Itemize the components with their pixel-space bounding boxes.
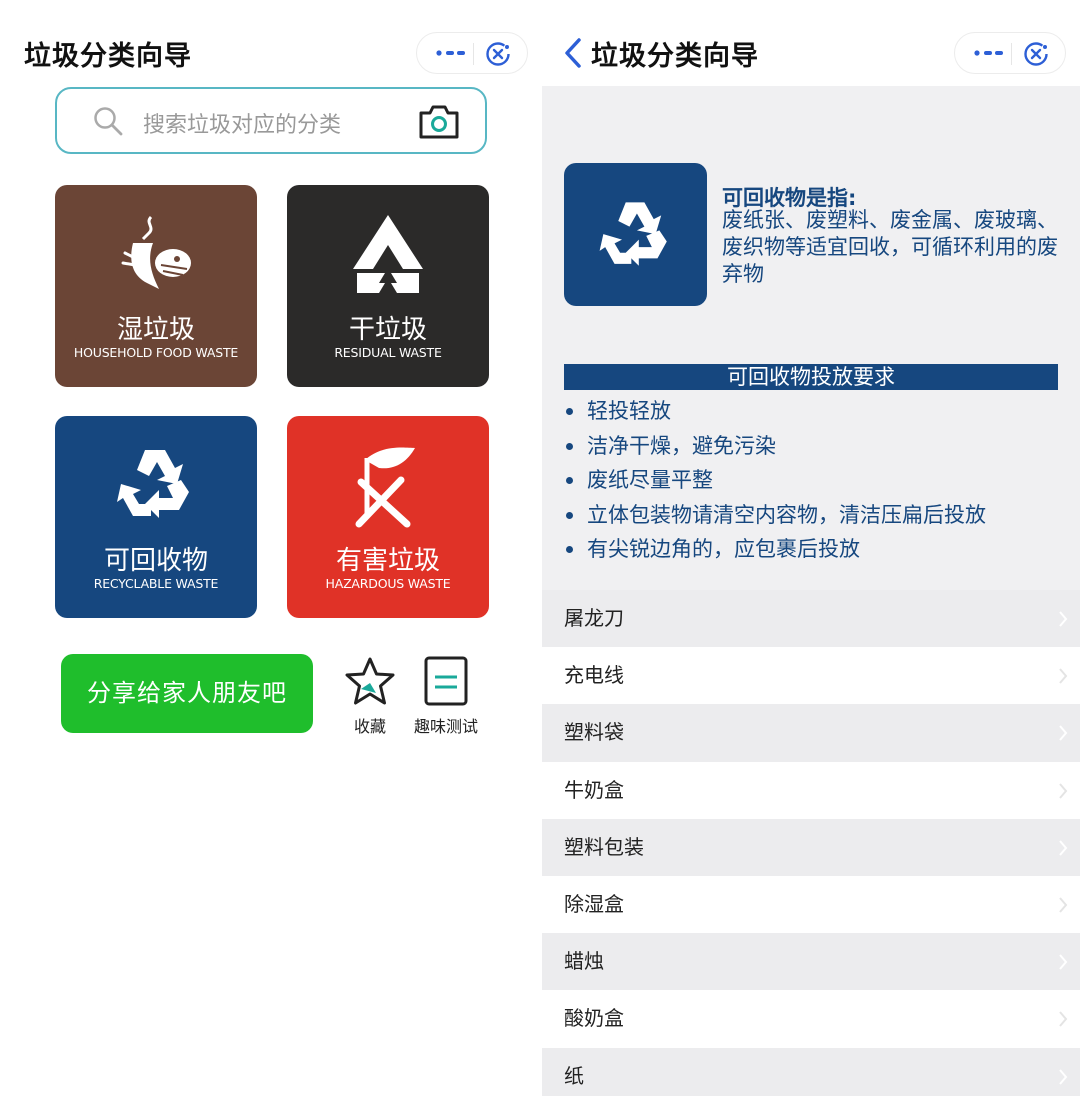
favorite-label: 收藏	[353, 717, 386, 736]
tile-label-en: HAZARDOUS WASTE	[325, 576, 451, 591]
chevron-right-icon	[1059, 782, 1068, 799]
list-item[interactable]: 屠龙刀	[542, 590, 1080, 648]
chevron-left-icon[interactable]	[562, 36, 584, 70]
star-icon	[345, 657, 395, 705]
chevron-right-icon	[1059, 611, 1068, 627]
requirement-item: 洁净干燥，避免污染	[564, 429, 986, 464]
home-screen: 垃圾分类向导 搜索垃圾对应的分类 湿垃圾 HOUSEHOLD FOOD WAST…	[0, 0, 540, 1096]
capsule-divider	[473, 43, 474, 65]
list-item[interactable]: 蜡烛	[542, 933, 1080, 991]
list-item-label: 除湿盒	[564, 891, 624, 916]
miniprogram-capsule	[954, 32, 1066, 74]
quiz-label: 趣味测试	[413, 717, 478, 736]
requirement-item: 废纸尽量平整	[564, 463, 986, 498]
requirements-header: 可回收物投放要求	[564, 364, 1058, 390]
list-item[interactable]: 酸奶盒	[542, 990, 1080, 1047]
list-item[interactable]: 塑料袋	[542, 704, 1080, 762]
chevron-right-icon	[1059, 897, 1068, 913]
list-item[interactable]: 牛奶盒	[542, 762, 1080, 819]
list-item[interactable]: 除湿盒	[542, 876, 1080, 933]
food-waste-icon	[121, 215, 191, 289]
tile-label-en: RESIDUAL WASTE	[334, 345, 442, 360]
list-item[interactable]: 塑料包装	[542, 818, 1080, 876]
tile-recyclable-waste[interactable]: 可回收物 RECYCLABLE WASTE	[55, 416, 257, 618]
residual-waste-icon	[353, 215, 423, 293]
recycle-icon	[117, 450, 189, 518]
page-title: 垃圾分类向导	[591, 41, 759, 72]
recyclable-badge	[564, 163, 707, 306]
requirement-item: 立体包装物请清空内容物，清洁压扁后投放	[564, 498, 986, 533]
requirement-item: 轻投轻放	[564, 394, 986, 429]
close-miniprogram-icon[interactable]	[485, 41, 511, 67]
tile-label-en: RECYCLABLE WASTE	[93, 576, 219, 591]
list-item-label: 酸奶盒	[564, 1006, 624, 1031]
close-miniprogram-icon[interactable]	[1023, 41, 1049, 67]
list-item[interactable]: 纸	[542, 1047, 1080, 1096]
tile-label-cn: 干垃圾	[348, 315, 427, 345]
more-dots-icon[interactable]	[435, 45, 465, 61]
miniprogram-capsule	[416, 32, 528, 74]
definition-body: 废纸张、废塑料、废金属、废玻璃、废织物等适宜回收，可循环利用的废弃物	[722, 208, 1058, 286]
tile-label-cn: 可回收物	[103, 546, 208, 576]
requirement-item: 有尖锐边角的，应包裹后投放	[564, 532, 986, 567]
tile-label-cn: 有害垃圾	[335, 546, 440, 576]
chevron-right-icon	[1059, 954, 1068, 970]
tile-label-cn: 湿垃圾	[116, 315, 195, 345]
share-button[interactable]: 分享给家人朋友吧	[61, 654, 313, 733]
list-item-label: 塑料包装	[564, 834, 644, 859]
tile-label-en: HOUSEHOLD FOOD WASTE	[73, 345, 239, 360]
page-title: 垃圾分类向导	[24, 41, 192, 72]
chevron-right-icon	[1059, 668, 1068, 684]
recyclable-detail-screen: 垃圾分类向导 可回收物是指: 废纸张、废塑料、废金属、废玻璃、废织物等适宜回收，…	[540, 0, 1080, 1096]
hazardous-waste-icon	[355, 447, 415, 528]
chevron-right-icon	[1059, 1068, 1068, 1085]
list-item-label: 蜡烛	[564, 949, 604, 974]
search-bar[interactable]: 搜索垃圾对应的分类	[55, 87, 487, 154]
list-item-label: 纸	[564, 1063, 584, 1088]
tile-hazardous-waste[interactable]: 有害垃圾 HAZARDOUS WASTE	[287, 416, 489, 618]
list-item[interactable]: 充电线	[542, 647, 1080, 704]
search-icon	[94, 107, 123, 136]
list-item-label: 充电线	[564, 663, 624, 688]
camera-icon[interactable]	[417, 103, 461, 141]
favorite-button[interactable]: 收藏	[330, 655, 410, 737]
list-item-label: 牛奶盒	[564, 777, 624, 802]
search-input[interactable]: 搜索垃圾对应的分类	[143, 107, 341, 139]
list-item-label: 塑料袋	[564, 720, 624, 745]
requirements-list: 轻投轻放 洁净干燥，避免污染 废纸尽量平整 立体包装物请清空内容物，清洁压扁后投…	[564, 394, 986, 567]
document-icon	[424, 656, 468, 706]
recycle-icon	[599, 202, 667, 266]
item-list: 屠龙刀 充电线 塑料袋 牛奶盒 塑料包装 除湿盒 蜡烛 酸奶盒 纸	[542, 590, 1080, 1096]
list-item-label: 屠龙刀	[564, 606, 624, 630]
tile-residual-waste[interactable]: 干垃圾 RESIDUAL WASTE	[287, 185, 489, 387]
capsule-divider	[1011, 43, 1012, 65]
chevron-right-icon	[1059, 1011, 1068, 1027]
chevron-right-icon	[1059, 725, 1068, 742]
quiz-button[interactable]: 趣味测试	[406, 655, 486, 737]
tile-household-food-waste[interactable]: 湿垃圾 HOUSEHOLD FOOD WASTE	[55, 185, 257, 387]
chevron-right-icon	[1059, 840, 1068, 856]
more-dots-icon[interactable]	[973, 45, 1003, 61]
